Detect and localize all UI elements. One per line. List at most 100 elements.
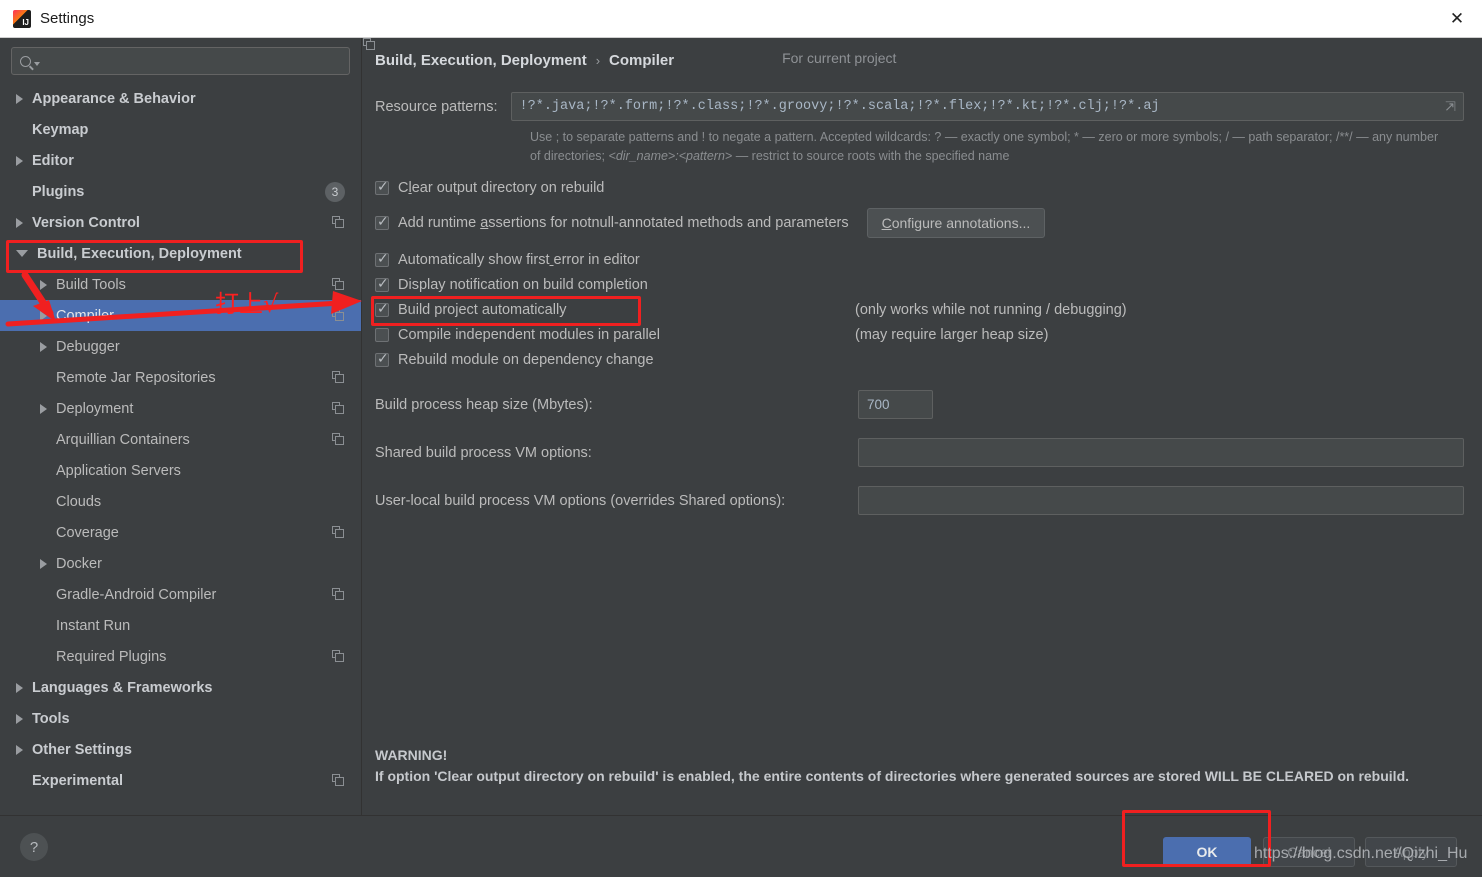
intellij-idea-logo-icon <box>13 9 31 28</box>
sidebar-item-label: Appearance & Behavior <box>32 90 196 107</box>
ok-button[interactable]: OK <box>1163 837 1251 867</box>
expand-field-icon[interactable]: ⇱ <box>1441 97 1460 116</box>
checkbox-label-build-project-automatically[interactable]: Build project automatically <box>398 302 566 318</box>
chevron-right-icon[interactable] <box>40 558 47 569</box>
checkbox-display-notification-on-build-completion[interactable] <box>375 276 389 292</box>
chevron-right-icon[interactable] <box>40 341 47 352</box>
sidebar-item-docker[interactable]: Docker <box>0 548 361 579</box>
resource-patterns-input[interactable] <box>510 92 1464 121</box>
chevron-right-icon[interactable] <box>16 682 23 693</box>
checkbox-label-rebuild-module-on-dependency-change[interactable]: Rebuild module on dependency change <box>398 352 654 368</box>
apply-button[interactable]: Apply <box>1365 837 1457 867</box>
sidebar-item-badge: 3 <box>325 181 345 202</box>
configure-annotations-button[interactable]: Configure annotations... <box>866 208 1046 238</box>
heap-size-input[interactable] <box>858 390 933 419</box>
warning-title: WARNING! <box>375 747 448 763</box>
sidebar-item-gradle-android-compiler[interactable]: Gradle-Android Compiler <box>0 579 361 610</box>
sidebar-item-label: Required Plugins <box>56 648 167 665</box>
dialog-footer: ? OK Cancel Apply <box>0 815 1482 877</box>
checkbox-label-clear-output-directory-on-rebuild[interactable]: Clear output directory on rebuild <box>398 180 604 196</box>
chevron-down-icon[interactable] <box>16 250 28 257</box>
warning-body: If option 'Clear output directory on reb… <box>375 768 1410 784</box>
checkbox-label-add-runtime-assertions-for-notnull-annotated-methods-and-parameters[interactable]: Add runtime assertions for notnull-annot… <box>398 215 849 231</box>
compiler-options-group: Clear output directory on rebuild Add run… <box>375 179 1464 368</box>
shared-vm-options-input[interactable] <box>858 438 1464 467</box>
hint-line-2-b: — restrict to source roots with the spec… <box>732 149 1010 163</box>
hint-line-2-italic: <dir_name>:<pattern> <box>608 149 733 163</box>
sidebar-item-label: Build Tools <box>56 276 126 293</box>
sidebar-item-instant-run[interactable]: Instant Run <box>0 610 361 641</box>
resource-patterns-label: Resource patterns: <box>375 98 498 115</box>
sidebar-item-languages-frameworks[interactable]: Languages & Frameworks <box>0 672 361 703</box>
sidebar-item-tools[interactable]: Tools <box>0 703 361 734</box>
chevron-right-icon[interactable] <box>40 403 47 414</box>
checkbox-add-runtime-assertions-for-notnull-annotated-methods-and-parameters[interactable] <box>375 214 389 230</box>
resource-patterns-hint: Use ; to separate patterns and ! to nega… <box>530 128 1440 166</box>
warning-block: WARNING! If option 'Clear output directo… <box>375 745 1465 787</box>
chevron-right-icon[interactable] <box>16 155 23 166</box>
project-scope-icon <box>332 402 345 415</box>
chevron-right-icon[interactable] <box>16 93 23 104</box>
sidebar-item-build-tools[interactable]: Build Tools <box>0 269 361 300</box>
sidebar-item-label: Remote Jar Repositories <box>56 369 216 386</box>
search-box[interactable] <box>11 47 350 75</box>
sidebar-item-compiler[interactable]: Compiler <box>0 300 361 331</box>
sidebar-item-version-control[interactable]: Version Control <box>0 207 361 238</box>
checkbox-rebuild-module-on-dependency-change[interactable] <box>375 351 389 367</box>
chevron-right-icon[interactable] <box>40 310 47 321</box>
sidebar-item-label: Instant Run <box>56 617 131 634</box>
sidebar-item-remote-jar-repositories[interactable]: Remote Jar Repositories <box>0 362 361 393</box>
breadcrumb-leaf: Compiler <box>609 51 675 69</box>
project-scope-icon <box>332 650 345 663</box>
sidebar-item-label: Deployment <box>56 400 134 417</box>
project-scope-icon <box>332 216 345 229</box>
sidebar-item-editor[interactable]: Editor <box>0 145 361 176</box>
help-button[interactable]: ? <box>20 833 48 861</box>
sidebar-item-label: Other Settings <box>32 741 132 758</box>
sidebar-item-keymap[interactable]: Keymap <box>0 114 361 145</box>
breadcrumb-root[interactable]: Build, Execution, Deployment <box>375 52 587 69</box>
checkbox-label-compile-independent-modules-in-parallel[interactable]: Compile independent modules in parallel <box>398 327 660 343</box>
sidebar-item-coverage[interactable]: Coverage <box>0 517 361 548</box>
close-icon[interactable]: ✕ <box>1432 0 1482 37</box>
search-dropdown-caret-icon[interactable] <box>34 62 40 66</box>
checkbox-clear-output-directory-on-rebuild[interactable] <box>375 179 389 195</box>
checkbox-label-display-notification-on-build-completion[interactable]: Display notification on build completion <box>398 277 648 293</box>
sidebar-item-application-servers[interactable]: Application Servers <box>0 455 361 486</box>
sidebar-item-build-execution-deployment[interactable]: Build, Execution, Deployment <box>0 238 361 269</box>
checkbox-compile-independent-modules-in-parallel[interactable] <box>375 328 389 342</box>
sidebar-item-required-plugins[interactable]: Required Plugins <box>0 641 361 672</box>
search-icon <box>20 55 31 67</box>
chevron-right-icon[interactable] <box>40 279 47 290</box>
sidebar-item-label: Tools <box>32 710 70 727</box>
project-scope-icon <box>332 433 345 446</box>
search-input[interactable] <box>46 53 341 69</box>
for-current-project-text: For current project <box>782 50 897 66</box>
dialog-body: Appearance & Behavior Keymap Editor Plugins… <box>0 38 1482 815</box>
chevron-right-icon[interactable] <box>16 713 23 724</box>
chevron-right-icon[interactable] <box>16 217 23 228</box>
checkbox-automatically-show-first-error-in-editor[interactable] <box>375 251 389 267</box>
sidebar-item-experimental[interactable]: Experimental <box>0 765 361 796</box>
sidebar-item-other-settings[interactable]: Other Settings <box>0 734 361 765</box>
sidebar-item-clouds[interactable]: Clouds <box>0 486 361 517</box>
sidebar-item-debugger[interactable]: Debugger <box>0 331 361 362</box>
chevron-right-icon[interactable] <box>16 744 23 755</box>
sidebar-item-plugins[interactable]: Plugins 3 <box>0 176 361 207</box>
sidebar-item-label: Experimental <box>32 772 124 789</box>
sidebar-item-deployment[interactable]: Deployment <box>0 393 361 424</box>
heap-size-label: Build process heap size (Mbytes): <box>375 396 593 413</box>
sidebar-item-appearance-behavior[interactable]: Appearance & Behavior <box>0 83 361 114</box>
sidebar-item-label: Gradle-Android Compiler <box>56 586 217 603</box>
settings-dialog: Settings ✕ Appearance & Behavior Keymap Ed… <box>0 0 1482 877</box>
sidebar-item-label: Application Servers <box>56 462 181 479</box>
project-scope-icon <box>332 526 345 539</box>
heap-size-row: Build process heap size (Mbytes): <box>375 390 1464 419</box>
checkbox-build-project-automatically[interactable] <box>375 301 389 317</box>
userlocal-vm-options-input[interactable] <box>858 486 1464 515</box>
cancel-button[interactable]: Cancel <box>1263 837 1355 867</box>
checkbox-label-automatically-show-first-error-in-editor[interactable]: Automatically show first error in editor <box>398 252 640 268</box>
sidebar-item-arquillian-containers[interactable]: Arquillian Containers <box>0 424 361 455</box>
search-container <box>0 38 361 75</box>
project-scope-icon <box>332 278 345 291</box>
